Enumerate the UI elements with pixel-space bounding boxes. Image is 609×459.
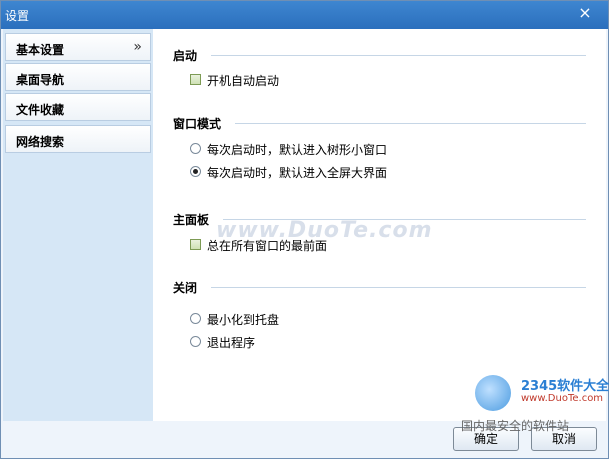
sidebar-item-web-search[interactable]: 网络搜索 <box>5 125 151 153</box>
double-chevron-right-icon: » <box>133 39 142 55</box>
mascot-icon <box>475 375 511 411</box>
window-mode-tree-label: 每次启动时，默认进入树形小窗口 <box>207 143 388 157</box>
section-divider <box>235 123 586 124</box>
sidebar-item-file-favorites[interactable]: 文件收藏 <box>5 93 151 121</box>
badge-slogan: 国内最安全的软件站 <box>461 419 570 433</box>
section-title-main-panel: 主面板 <box>173 213 210 227</box>
title-bar: 设置 × <box>1 1 608 29</box>
badge-url: www.DuoTe.com <box>521 393 604 404</box>
badge-logo: 2345软件大全 <box>521 379 609 394</box>
sidebar-item-label: 基本设置 <box>16 43 65 57</box>
auto-start-label: 开机自动启动 <box>207 74 280 88</box>
auto-start-checkbox[interactable] <box>190 74 201 85</box>
close-minimize-radio[interactable] <box>190 313 201 324</box>
window-mode-fullscreen-radio[interactable] <box>190 166 201 177</box>
site-badge: 2345软件大全 www.DuoTe.com 国内最安全的软件站 <box>461 371 609 433</box>
sidebar: 基本设置 » 桌面导航 文件收藏 网络搜索 <box>3 29 153 421</box>
section-title-close: 关闭 <box>173 281 198 295</box>
sidebar-item-label: 网络搜索 <box>16 135 65 149</box>
section-divider <box>211 287 586 288</box>
window-title: 设置 <box>5 9 30 23</box>
settings-window: 设置 × 基本设置 » 桌面导航 文件收藏 网络搜索 启动 开机自动启动 窗口模… <box>0 0 609 459</box>
section-title-startup: 启动 <box>173 49 198 63</box>
sidebar-item-label: 桌面导航 <box>16 73 65 87</box>
window-mode-fullscreen-label: 每次启动时，默认进入全屏大界面 <box>207 166 388 180</box>
always-on-top-checkbox[interactable] <box>190 239 201 250</box>
sidebar-item-label: 文件收藏 <box>16 103 65 117</box>
close-minimize-label: 最小化到托盘 <box>207 313 280 327</box>
sidebar-item-basic-settings[interactable]: 基本设置 » <box>5 33 151 61</box>
close-exit-radio[interactable] <box>190 336 201 347</box>
watermark-text: www.DuoTe.com <box>216 218 433 243</box>
section-divider <box>211 55 586 56</box>
window-mode-tree-radio[interactable] <box>190 143 201 154</box>
close-exit-label: 退出程序 <box>207 336 256 350</box>
section-title-window-mode: 窗口模式 <box>173 117 222 131</box>
close-icon[interactable]: × <box>576 4 594 22</box>
sidebar-item-desktop-nav[interactable]: 桌面导航 <box>5 63 151 91</box>
